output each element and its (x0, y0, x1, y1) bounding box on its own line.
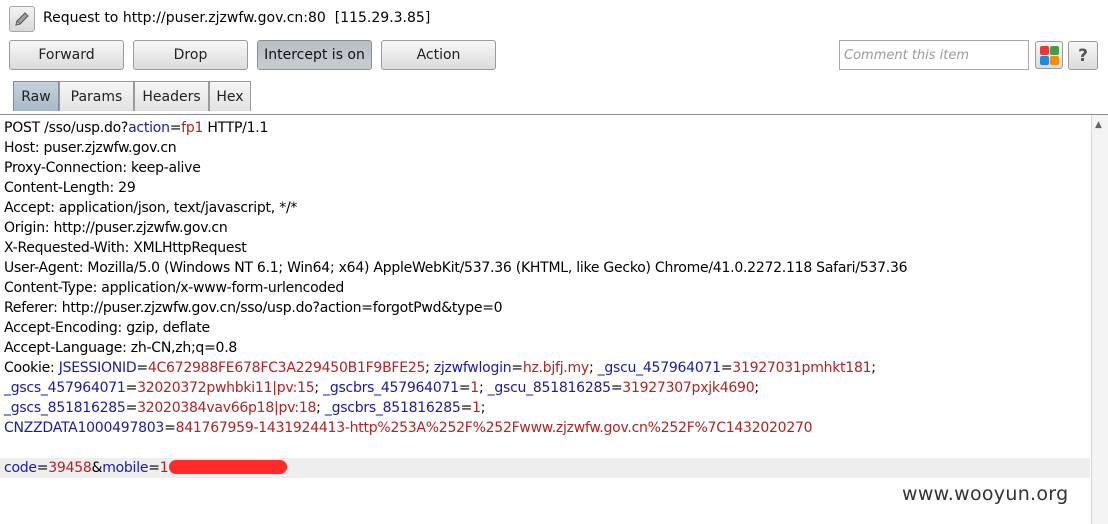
header-line: User-Agent: Mozilla/5.0 (Windows NT 6.1;… (4, 260, 908, 276)
raw-request-editor[interactable]: POST /sso/usp.do?action=fp1 HTTP/1.1 Hos… (0, 114, 1108, 524)
header-line: Referer: http://puser.zjzwfw.gov.cn/sso/… (4, 300, 503, 316)
help-icon: ? (1078, 45, 1088, 66)
tab-headers[interactable]: Headers (134, 81, 209, 111)
cookie-line: _gscs_457964071=32020372pwhbki11|pv:15; … (4, 380, 759, 396)
header-line: Origin: http://puser.zjzwfw.gov.cn (4, 220, 228, 236)
action-button[interactable]: Action (381, 40, 496, 70)
cookie-line: Cookie: JSESSIONID=4C672988FE678FC3A2294… (4, 360, 876, 376)
help-button[interactable]: ? (1068, 41, 1098, 70)
tab-params[interactable]: Params (59, 81, 134, 111)
redaction-mark (169, 460, 288, 474)
header-line: X-Requested-With: XMLHttpRequest (4, 240, 247, 256)
drop-button[interactable]: Drop (133, 40, 248, 70)
pencil-icon (15, 12, 29, 26)
header-line: Proxy-Connection: keep-alive (4, 160, 201, 176)
comment-input[interactable] (839, 40, 1029, 70)
tab-hex[interactable]: Hex (209, 81, 251, 111)
highlight-color-button[interactable] (1035, 41, 1063, 69)
tab-raw[interactable]: Raw (13, 81, 59, 111)
cookie-line: CNZZDATA1000497803=841767959-1431924413-… (4, 420, 813, 436)
intercept-toggle-button[interactable]: Intercept is on (257, 40, 372, 70)
watermark: www.wooyun.org (902, 483, 1069, 505)
edit-request-button[interactable] (9, 6, 35, 32)
scroll-up-arrow-icon[interactable]: ▲ (1095, 120, 1102, 130)
request-body-line: code=39458&mobile=1 (0, 458, 1090, 478)
request-url: Request to http://puser.zjzwfw.gov.cn:80 (43, 10, 326, 26)
request-title: Request to http://puser.zjzwfw.gov.cn:80… (43, 10, 430, 26)
request-ip: [115.29.3.85] (334, 10, 431, 26)
header-line: Accept: application/json, text/javascrip… (4, 200, 298, 216)
request-line: POST /sso/usp.do?action=fp1 HTTP/1.1 (4, 120, 269, 136)
header-line: Accept-Encoding: gzip, deflate (4, 320, 210, 336)
forward-button[interactable]: Forward (9, 40, 124, 70)
intercept-toolbar: Request to http://puser.zjzwfw.gov.cn:80… (0, 0, 1108, 118)
header-line: Accept-Language: zh-CN,zh;q=0.8 (4, 340, 238, 356)
header-line: Content-Type: application/x-www-form-url… (4, 280, 345, 296)
header-line: Content-Length: 29 (4, 180, 136, 196)
vertical-scrollbar[interactable]: ▲ (1091, 115, 1108, 524)
cookie-line: _gscs_851816285=32020384vav66p18|pv:18; … (4, 400, 486, 416)
header-line: Host: puser.zjzwfw.gov.cn (4, 140, 177, 156)
